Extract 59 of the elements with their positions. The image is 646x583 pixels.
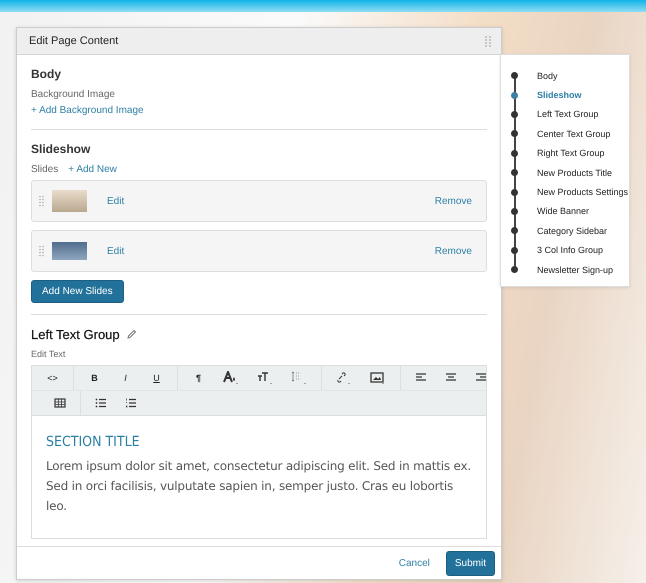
outline-item[interactable]: Slideshow <box>537 90 582 100</box>
add-background-link[interactable]: + Add Background Image <box>31 105 144 116</box>
outline-item[interactable]: Newsletter Sign-up <box>537 264 614 275</box>
section-title: Slideshow <box>31 142 92 156</box>
photo-placeholder <box>52 242 87 260</box>
outline-item[interactable]: New Products Settings <box>537 187 628 198</box>
image-icon[interactable] <box>370 371 386 385</box>
numbered-list-icon[interactable] <box>125 398 137 408</box>
outline-item[interactable]: New Products Title <box>537 168 612 178</box>
drag-handle-icon[interactable] <box>39 195 44 207</box>
timeline-dot <box>511 130 518 138</box>
body-paragraph: Lorem ipsum dolor sit amet, consectetur adipiscing elit. Sed in mattis ex. Sed in orci facilisis, vulputate sapien in, semper justo. Cras eu lobortis leo. <box>46 458 472 515</box>
add-slides-button[interactable]: Add New Slides <box>31 280 124 303</box>
bullet-list-icon[interactable] <box>95 398 107 408</box>
paragraph-button[interactable]: ¶ <box>183 367 214 389</box>
edit-link[interactable]: Edit <box>107 246 124 256</box>
align-left-icon[interactable] <box>415 373 427 383</box>
drag-handle-icon[interactable] <box>39 245 44 257</box>
timeline-dot <box>511 92 518 99</box>
timeline-dot <box>511 266 518 274</box>
table-icon[interactable] <box>54 398 66 408</box>
timeline-dot <box>511 150 518 157</box>
timeline-dot <box>511 246 518 254</box>
field-label: Background Image <box>31 89 116 100</box>
outline-item[interactable]: Body <box>537 70 558 81</box>
section-title: Body <box>31 67 62 81</box>
section-heading: SECTION TITLE <box>46 434 141 450</box>
add-new-link[interactable]: + Add New <box>68 164 117 175</box>
rich-text-editor[interactable]: SECTION TITLE Lorem ipsum dolor sit amet, consectetur adipiscing elit. Sed in mattis ex. Sed in orci facilisis, vulputate sapien in, semper justo. Cras eu lobortis leo. <box>32 416 486 538</box>
pencil-icon[interactable] <box>126 329 137 340</box>
italic-button[interactable]: I <box>110 367 141 389</box>
dialog-title: Edit Page Content <box>29 35 118 47</box>
outline-item[interactable]: 3 Col Info Group <box>537 245 604 256</box>
align-center-icon[interactable] <box>445 373 457 383</box>
field-label: Slides <box>31 164 58 175</box>
submit-button[interactable]: Submit <box>446 550 495 576</box>
drag-handle-icon[interactable] <box>485 36 491 46</box>
section-title: Left Text Group <box>31 327 120 342</box>
remove-link[interactable]: Remove <box>434 246 472 256</box>
timeline-dot <box>511 169 518 176</box>
outline-item[interactable]: Wide Banner <box>537 206 590 216</box>
timeline-dot <box>511 208 518 215</box>
timeline-dot <box>511 110 518 118</box>
timeline-dot <box>511 188 518 196</box>
photo-placeholder <box>52 190 87 212</box>
code-view-button[interactable]: <> <box>37 367 68 389</box>
underline-button[interactable]: U <box>141 367 172 389</box>
bold-button[interactable]: B <box>79 367 110 389</box>
timeline-dot <box>511 72 518 80</box>
remove-link[interactable]: Remove <box>434 196 472 206</box>
outline-item[interactable]: Center Text Group <box>537 128 610 139</box>
align-right-icon[interactable] <box>475 373 487 383</box>
outline-item[interactable]: Category Sidebar <box>537 226 608 236</box>
timeline-dot <box>511 227 518 234</box>
edit-link[interactable]: Edit <box>107 196 124 206</box>
outline-item[interactable]: Left Text Group <box>537 109 598 120</box>
field-label: Edit Text <box>31 349 66 359</box>
outline-item[interactable]: Right Text Group <box>537 148 604 158</box>
cancel-link[interactable]: Cancel <box>398 558 430 568</box>
